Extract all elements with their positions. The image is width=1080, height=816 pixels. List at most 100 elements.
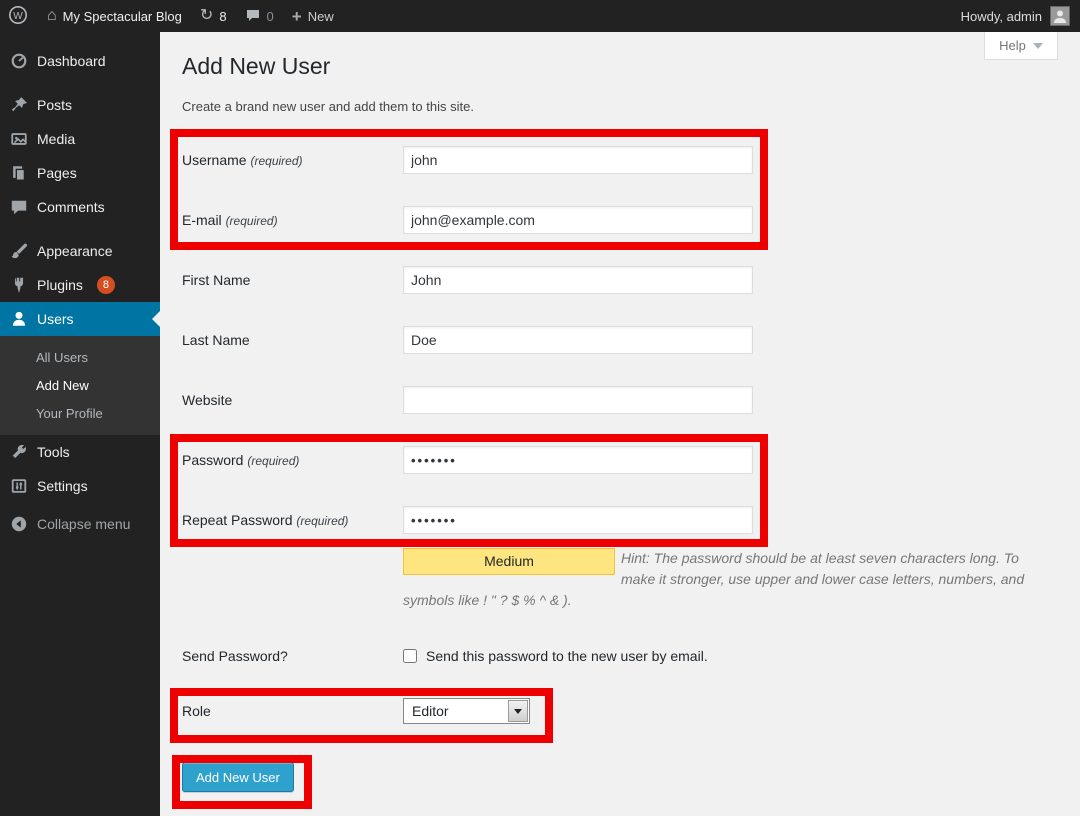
password-input[interactable] — [403, 446, 753, 474]
role-row: Role Editor — [182, 698, 1080, 724]
my-account-menu[interactable]: Howdy, admin — [961, 6, 1080, 26]
help-label: Help — [999, 38, 1026, 53]
sidebar-item-comments[interactable]: Comments — [0, 190, 160, 224]
sidebar-item-appearance[interactable]: Appearance — [0, 234, 160, 268]
plugins-update-badge: 8 — [97, 276, 115, 294]
new-plus-icon: + — [292, 8, 302, 25]
sidebar-item-label: Dashboard — [37, 53, 106, 69]
new-label: New — [308, 9, 334, 24]
password-strength-indicator: Medium — [403, 548, 615, 575]
add-new-user-button[interactable]: Add New User — [182, 762, 294, 792]
svg-text:W: W — [13, 11, 23, 22]
password-row: Password (required) — [182, 446, 1080, 474]
username-label: Username (required) — [182, 152, 403, 168]
new-menu[interactable]: + New — [283, 0, 343, 32]
sidebar-item-dashboard[interactable]: Dashboard — [0, 44, 160, 78]
help-button[interactable]: Help — [984, 32, 1058, 60]
sidebar-item-media[interactable]: Media — [0, 122, 160, 156]
email-label: E-mail (required) — [182, 212, 403, 228]
send-password-checkbox[interactable] — [403, 649, 417, 663]
admin-bar: W ⌂ My Spectacular Blog ↻ 8 0 + New Howd… — [0, 0, 1080, 32]
required-note: (required) — [226, 214, 278, 228]
collapse-menu-button[interactable]: Collapse menu — [0, 507, 160, 541]
password-label: Password (required) — [182, 452, 403, 468]
collapse-menu-label: Collapse menu — [37, 516, 130, 532]
role-select[interactable]: Editor — [403, 698, 530, 724]
comments-bubble-icon — [245, 7, 261, 26]
sidebar-item-label: Pages — [37, 165, 77, 181]
role-selected-value: Editor — [404, 703, 508, 719]
repeat-password-row: Repeat Password (required) — [182, 506, 1080, 534]
add-user-form: Username (required) E-mail (required) Fi… — [182, 146, 1080, 792]
first-name-input[interactable] — [403, 266, 753, 294]
sidebar-item-label: Tools — [37, 444, 70, 460]
page-title: Add New User — [182, 52, 1080, 81]
password-hint: Medium Hint: The password should be at l… — [403, 548, 1030, 611]
send-password-label: Send Password? — [182, 648, 403, 664]
sidebar-item-label: Plugins — [37, 277, 83, 293]
website-row: Website — [182, 386, 1080, 414]
updates-icon: ↻ — [200, 8, 213, 24]
dashboard-icon — [9, 51, 29, 71]
site-name: My Spectacular Blog — [63, 9, 182, 24]
media-icon — [9, 129, 29, 149]
help-caret-icon — [1033, 43, 1043, 49]
wordpress-logo-menu[interactable]: W — [0, 0, 38, 32]
avatar — [1050, 6, 1070, 26]
posts-icon — [9, 95, 29, 115]
updates-count: 8 — [219, 9, 226, 24]
first-name-label: First Name — [182, 272, 403, 288]
sidebar-item-users[interactable]: Users — [0, 302, 160, 336]
sidebar-item-pages[interactable]: Pages — [0, 156, 160, 190]
collapse-icon — [9, 514, 29, 534]
admin-sidebar: Dashboard Posts Media Pages Comments App… — [0, 32, 160, 816]
wordpress-logo: W — [8, 5, 28, 28]
site-menu[interactable]: ⌂ My Spectacular Blog — [38, 0, 191, 32]
comments-count: 0 — [267, 9, 274, 24]
password-strength-row: Medium Hint: The password should be at l… — [182, 548, 1080, 611]
last-name-row: Last Name — [182, 326, 1080, 354]
plugins-icon — [9, 275, 29, 295]
sidebar-item-tools[interactable]: Tools — [0, 435, 160, 469]
comments-icon — [9, 197, 29, 217]
sidebar-item-label: Settings — [37, 478, 88, 494]
send-password-row: Send Password? Send this password to the… — [182, 648, 1080, 664]
send-password-checkbox-label: Send this password to the new user by em… — [426, 648, 708, 664]
users-submenu: All Users Add New Your Profile — [0, 336, 160, 435]
last-name-label: Last Name — [182, 332, 403, 348]
role-label: Role — [182, 703, 403, 719]
sidebar-item-settings[interactable]: Settings — [0, 469, 160, 503]
sidebar-item-plugins[interactable]: Plugins 8 — [0, 268, 160, 302]
last-name-input[interactable] — [403, 326, 753, 354]
username-row: Username (required) — [182, 146, 1080, 174]
email-row: E-mail (required) — [182, 206, 1080, 234]
website-input[interactable] — [403, 386, 753, 414]
username-input[interactable] — [403, 146, 753, 174]
sidebar-item-label: Comments — [37, 199, 105, 215]
submenu-item-all-users[interactable]: All Users — [0, 343, 160, 371]
website-label: Website — [182, 392, 403, 408]
email-input[interactable] — [403, 206, 753, 234]
submenu-item-your-profile[interactable]: Your Profile — [0, 399, 160, 427]
appearance-icon — [9, 241, 29, 261]
pages-icon — [9, 163, 29, 183]
users-icon — [9, 309, 29, 329]
updates-menu[interactable]: ↻ 8 — [191, 0, 236, 32]
required-note: (required) — [250, 154, 302, 168]
required-note: (required) — [247, 454, 299, 468]
sidebar-item-label: Appearance — [37, 243, 113, 259]
home-icon: ⌂ — [47, 8, 57, 24]
comments-menu[interactable]: 0 — [236, 0, 283, 32]
repeat-password-label: Repeat Password (required) — [182, 512, 403, 528]
first-name-row: First Name — [182, 266, 1080, 294]
page-description: Create a brand new user and add them to … — [182, 99, 1080, 115]
required-note: (required) — [296, 514, 348, 528]
repeat-password-input[interactable] — [403, 506, 753, 534]
howdy-text: Howdy, admin — [961, 9, 1042, 24]
main-content: Help Add New User Create a brand new use… — [160, 32, 1080, 816]
sidebar-item-posts[interactable]: Posts — [0, 88, 160, 122]
submenu-item-add-new[interactable]: Add New — [0, 371, 160, 399]
sidebar-item-label: Posts — [37, 97, 72, 113]
role-select-arrow-icon — [508, 700, 528, 722]
sidebar-item-label: Users — [37, 311, 74, 327]
